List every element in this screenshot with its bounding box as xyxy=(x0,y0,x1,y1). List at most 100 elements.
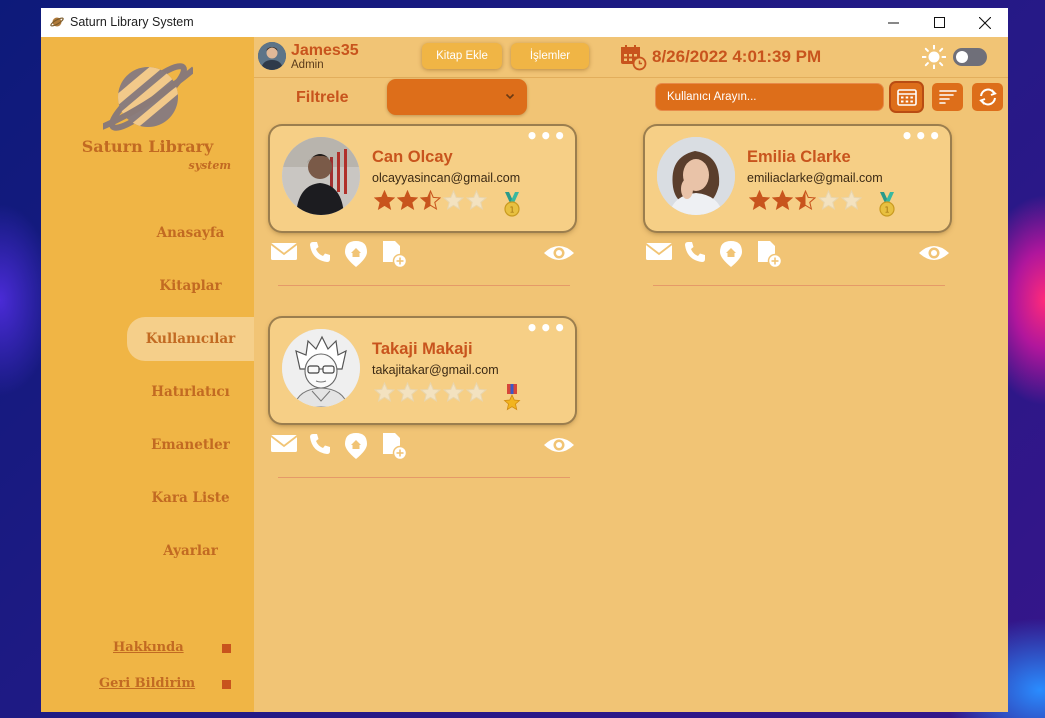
svg-text:1: 1 xyxy=(509,206,514,215)
user-actions xyxy=(270,432,575,462)
user-photo-image xyxy=(657,137,735,215)
about-indicator xyxy=(222,644,231,653)
card-separator xyxy=(653,285,945,286)
mail-icon[interactable] xyxy=(270,432,298,454)
nav-anasayfa[interactable]: Anasayfa xyxy=(127,211,254,255)
title-bar: Saturn Library System xyxy=(41,8,1008,37)
user-name: James35 xyxy=(291,42,359,59)
grid-view-button[interactable] xyxy=(891,83,922,111)
sidebar: Saturn Library system Anasayfa Kitaplar … xyxy=(41,37,254,712)
star-empty-icon xyxy=(397,382,418,402)
nav-kullanicilar[interactable]: Kullanıcılar xyxy=(127,317,254,361)
saturn-logo xyxy=(103,63,193,131)
user-actions xyxy=(645,240,950,270)
saturn-app-icon xyxy=(50,17,64,27)
add-document-icon[interactable] xyxy=(381,432,409,460)
user-role: Admin xyxy=(291,59,324,71)
medal-icon: 1 xyxy=(879,192,895,217)
more-options-icon[interactable]: ••• xyxy=(526,318,567,338)
user-card[interactable]: ••• Takaji Makaji takajitakar@gmail.com xyxy=(270,318,575,423)
phone-icon[interactable] xyxy=(308,432,332,456)
medal-icon: 1 xyxy=(504,192,520,217)
view-eye-icon[interactable] xyxy=(918,242,950,264)
star-empty-icon xyxy=(841,190,862,210)
sun-icon xyxy=(922,45,946,69)
star-empty-icon xyxy=(466,190,487,210)
refresh-icon xyxy=(978,88,997,106)
close-button[interactable] xyxy=(962,8,1008,37)
nav-emanetler[interactable]: Emanetler xyxy=(127,423,254,467)
star-empty-icon xyxy=(374,382,395,402)
user-email: takajitakar@gmail.com xyxy=(372,363,499,377)
nav-ayarlar[interactable]: Ayarlar xyxy=(127,529,254,573)
brand-title: Saturn Library xyxy=(81,137,214,156)
operations-button[interactable]: İşlemler xyxy=(511,43,589,69)
maximize-button[interactable] xyxy=(916,8,962,37)
user-avatar-image xyxy=(258,42,286,70)
user-card[interactable]: ••• Can Olcay olcayyasincan@gmail.com 1 xyxy=(270,126,575,231)
more-options-icon[interactable]: ••• xyxy=(526,126,567,146)
star-empty-icon xyxy=(443,382,464,402)
star-half-icon xyxy=(420,190,441,210)
user-rating xyxy=(374,190,487,210)
filter-dropdown[interactable] xyxy=(387,79,527,115)
view-eye-icon[interactable] xyxy=(543,242,575,264)
maximize-icon xyxy=(933,17,945,28)
filter-label: Filtrele xyxy=(296,89,349,106)
calendar-grid-icon xyxy=(896,89,917,106)
user-avatar[interactable] xyxy=(258,42,286,70)
star-empty-icon xyxy=(420,382,441,402)
add-book-button[interactable]: Kitap Ekle xyxy=(422,43,502,69)
about-link[interactable]: Hakkında xyxy=(113,640,184,655)
nav-kitaplar[interactable]: Kitaplar xyxy=(127,264,254,308)
user-card[interactable]: ••• Emilia Clarke emiliaclarke@gmail.com… xyxy=(645,126,950,231)
location-icon[interactable] xyxy=(344,240,368,268)
feedback-link[interactable]: Geri Bildirim xyxy=(99,676,195,691)
medal-icon xyxy=(503,384,521,411)
more-options-icon[interactable]: ••• xyxy=(901,126,942,146)
refresh-button[interactable] xyxy=(972,83,1003,111)
top-divider xyxy=(254,77,1008,78)
mail-icon[interactable] xyxy=(645,240,673,262)
user-search-input[interactable]: Kullanıcı Arayın... xyxy=(655,83,884,111)
star-empty-icon xyxy=(818,190,839,210)
minimize-icon xyxy=(887,22,899,24)
card-separator xyxy=(278,285,570,286)
user-rating xyxy=(374,382,487,402)
user-photo xyxy=(282,329,360,407)
phone-icon[interactable] xyxy=(308,240,332,264)
star-filled-icon xyxy=(374,190,395,210)
location-icon[interactable] xyxy=(719,240,743,268)
sort-button[interactable] xyxy=(932,83,963,111)
user-name: Emilia Clarke xyxy=(747,148,851,166)
nav-hatirlatici[interactable]: Hatırlatıcı xyxy=(127,370,254,414)
star-empty-icon xyxy=(443,190,464,210)
nav-kara-liste[interactable]: Kara Liste xyxy=(127,476,254,520)
top-bar: James35 Admin Kitap Ekle İşlemler 8/26/2… xyxy=(254,37,1008,77)
user-email: emiliaclarke@gmail.com xyxy=(747,171,883,185)
user-photo xyxy=(282,137,360,215)
sort-icon xyxy=(938,90,957,104)
location-icon[interactable] xyxy=(344,432,368,460)
theme-toggle[interactable] xyxy=(953,48,987,66)
close-icon xyxy=(979,16,991,29)
user-email: olcayyasincan@gmail.com xyxy=(372,171,521,185)
user-name: Takaji Makaji xyxy=(372,340,473,358)
star-filled-icon xyxy=(749,190,770,210)
feedback-indicator xyxy=(222,680,231,689)
add-document-icon[interactable] xyxy=(756,240,784,268)
user-photo xyxy=(657,137,735,215)
user-photo-image xyxy=(282,329,360,407)
user-photo-image xyxy=(282,137,360,215)
mail-icon[interactable] xyxy=(270,240,298,262)
user-name: Can Olcay xyxy=(372,148,453,166)
calendar-clock-icon xyxy=(621,45,647,71)
add-document-icon[interactable] xyxy=(381,240,409,268)
star-empty-icon xyxy=(466,382,487,402)
app-window: Saturn Library System Saturn Library sys… xyxy=(41,8,1008,712)
minimize-button[interactable] xyxy=(870,8,916,37)
phone-icon[interactable] xyxy=(683,240,707,264)
user-rating xyxy=(749,190,862,210)
brand-subtitle: system xyxy=(188,159,232,172)
view-eye-icon[interactable] xyxy=(543,434,575,456)
